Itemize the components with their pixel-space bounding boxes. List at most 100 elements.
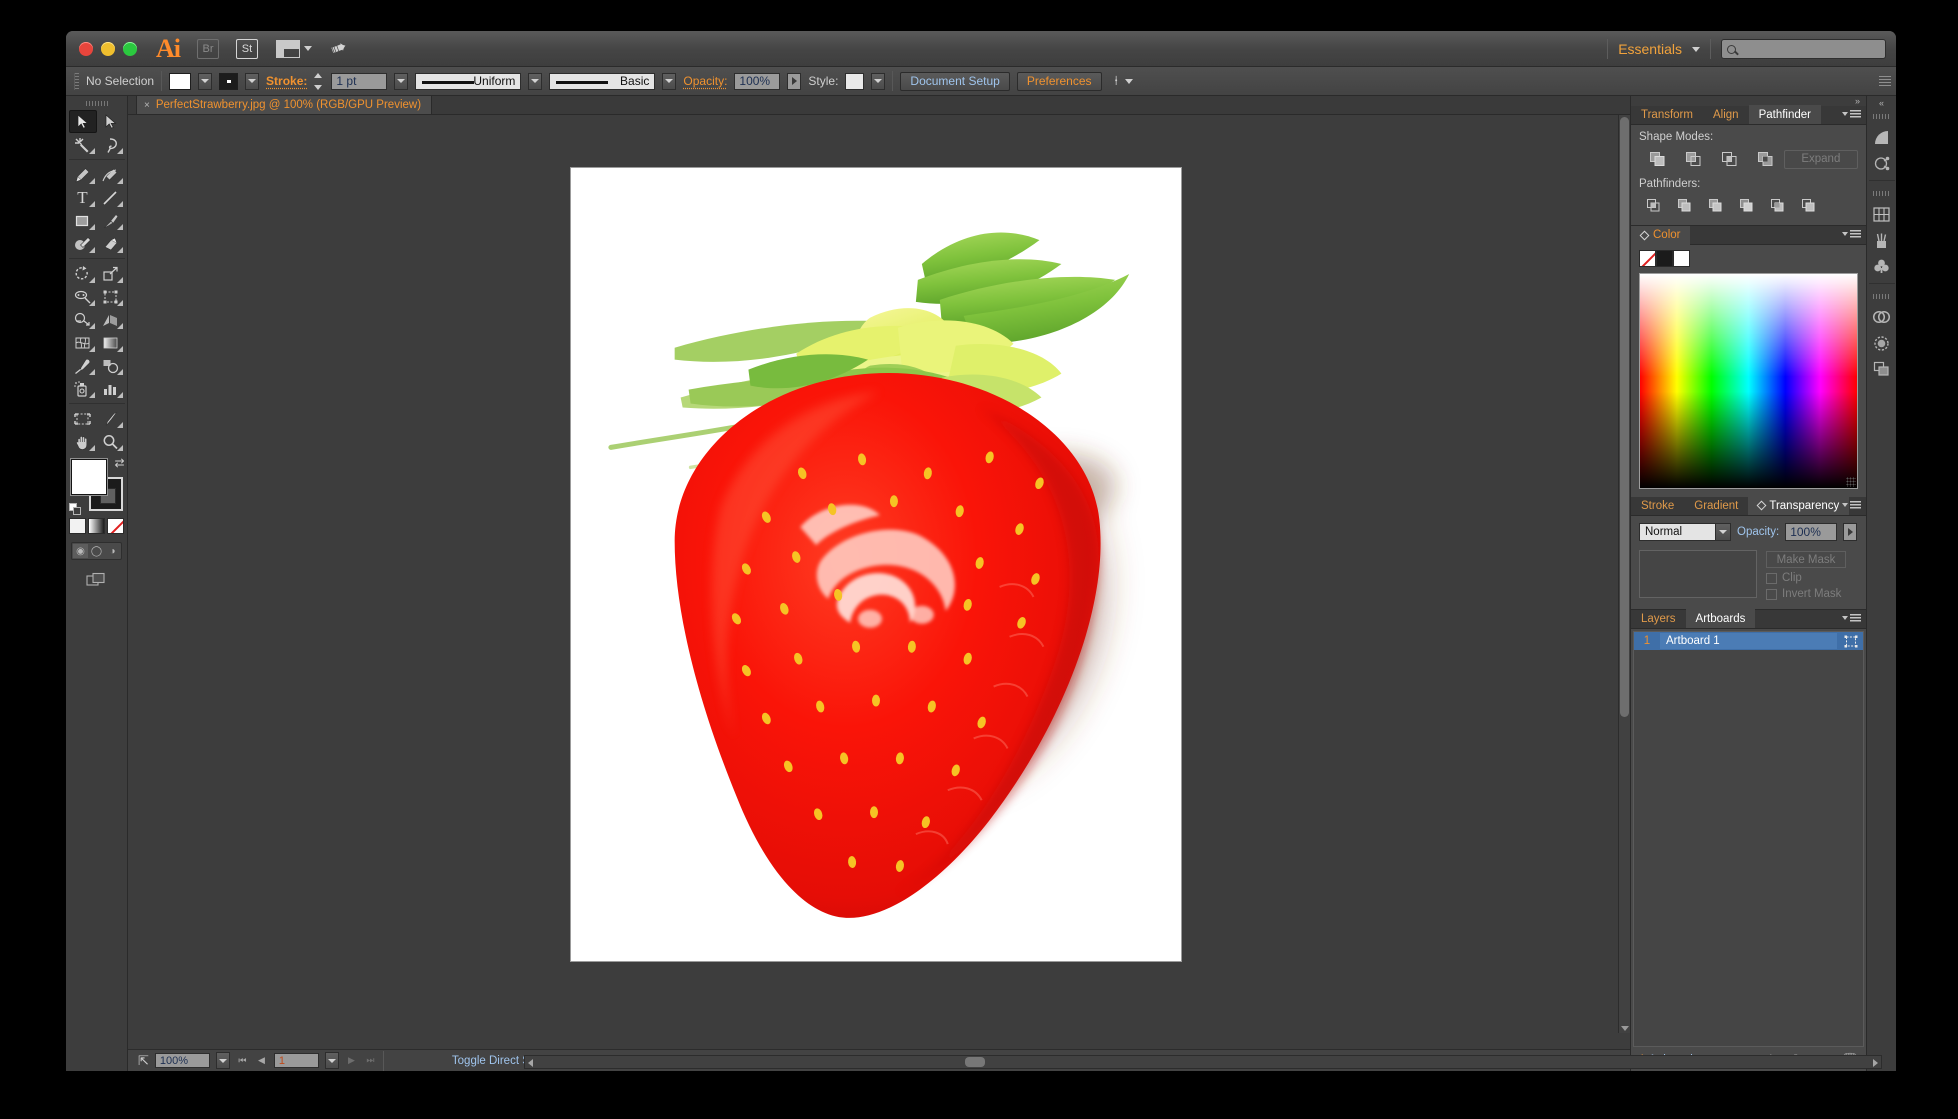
- gradient-mode-button[interactable]: [88, 518, 105, 534]
- next-artboard-button[interactable]: ▶: [345, 1053, 358, 1068]
- scroll-left-icon[interactable]: [528, 1059, 533, 1067]
- expand-button[interactable]: Expand: [1784, 150, 1858, 169]
- layers-dock-icon[interactable]: [1869, 356, 1895, 382]
- tools-panel-grip[interactable]: [86, 101, 108, 106]
- trim-icon[interactable]: [1670, 195, 1701, 217]
- zoom-level-dropdown[interactable]: [216, 1052, 230, 1069]
- dock-group-grip[interactable]: [1873, 114, 1890, 119]
- direct-selection-tool[interactable]: [97, 110, 125, 133]
- artboard-name[interactable]: Artboard 1: [1660, 633, 1837, 649]
- panel-menu-button[interactable]: [1842, 614, 1861, 622]
- eraser-tool[interactable]: [97, 232, 125, 255]
- resize-grip-icon[interactable]: [1846, 477, 1856, 487]
- tab-transform[interactable]: Transform: [1631, 105, 1703, 124]
- arrange-documents-button[interactable]: [276, 40, 312, 58]
- shape-builder-tool[interactable]: [69, 308, 97, 331]
- canvas[interactable]: [128, 115, 1630, 1049]
- clip-checkbox[interactable]: [1766, 573, 1777, 584]
- scrollbar-thumb[interactable]: [1620, 117, 1629, 717]
- crop-icon[interactable]: [1732, 195, 1763, 217]
- rotate-tool[interactable]: [69, 262, 97, 285]
- change-screen-mode-button[interactable]: [86, 572, 108, 593]
- invert-mask-checkbox-row[interactable]: Invert Mask: [1766, 588, 1846, 600]
- stroke-swatch[interactable]: [219, 73, 238, 90]
- stroke-weight-input[interactable]: 1 pt: [331, 73, 387, 90]
- control-bar-menu[interactable]: [1879, 67, 1891, 96]
- panel-menu-button[interactable]: [1842, 501, 1861, 509]
- artboards-list[interactable]: 1 Artboard 1: [1633, 631, 1864, 1047]
- selection-tool[interactable]: [69, 110, 97, 133]
- free-transform-tool[interactable]: [97, 285, 125, 308]
- export-selection-icon[interactable]: ⇱: [138, 1053, 149, 1069]
- mesh-tool[interactable]: [69, 331, 97, 354]
- chevron-down-icon[interactable]: [1125, 79, 1133, 84]
- dock-group-grip[interactable]: [1873, 294, 1890, 299]
- artboard-1[interactable]: [570, 167, 1182, 962]
- scroll-down-icon[interactable]: [1621, 1026, 1629, 1031]
- symbol-sprayer-tool[interactable]: [69, 377, 97, 400]
- graphic-style-dropdown[interactable]: [871, 73, 885, 90]
- stroke-swatch-dropdown[interactable]: [245, 73, 259, 90]
- swap-fill-stroke-icon[interactable]: ⇄: [114, 456, 124, 470]
- tab-pathfinder[interactable]: Pathfinder: [1749, 105, 1821, 124]
- artboard-tool[interactable]: [69, 407, 97, 430]
- prev-artboard-button[interactable]: ◀: [255, 1053, 268, 1068]
- blend-tool[interactable]: [97, 354, 125, 377]
- exclude-icon[interactable]: [1748, 148, 1784, 170]
- slice-tool[interactable]: [97, 407, 125, 430]
- type-tool[interactable]: T: [69, 186, 97, 209]
- fill-color-swatch[interactable]: [71, 459, 107, 495]
- perspective-grid-tool[interactable]: [97, 308, 125, 331]
- panel-menu-button[interactable]: [1842, 110, 1861, 118]
- transparency-opacity-input[interactable]: 100%: [1785, 523, 1837, 541]
- behance-rocket-icon[interactable]: ➠: [328, 35, 351, 62]
- brush-dropdown[interactable]: [662, 73, 676, 90]
- fill-swatch-dropdown[interactable]: [198, 73, 212, 90]
- window-controls[interactable]: [79, 42, 137, 56]
- brush-libraries-icon[interactable]: [1869, 124, 1895, 150]
- search-input[interactable]: [1721, 39, 1886, 59]
- gradient-tool[interactable]: [97, 331, 125, 354]
- line-segment-tool[interactable]: [97, 186, 125, 209]
- intersect-icon[interactable]: [1711, 148, 1747, 170]
- control-bar-grip[interactable]: [74, 73, 79, 90]
- canvas-horizontal-scrollbar[interactable]: [524, 1055, 1882, 1069]
- chevron-down-icon[interactable]: [1692, 47, 1700, 52]
- close-icon[interactable]: ×: [144, 100, 150, 111]
- draw-normal-icon[interactable]: ◉: [73, 544, 88, 558]
- draw-behind-icon[interactable]: ◯: [89, 544, 104, 558]
- lasso-tool[interactable]: [97, 133, 125, 156]
- stroke-weight-stepper[interactable]: [314, 73, 324, 90]
- workspace-switcher-label[interactable]: Essentials: [1618, 41, 1682, 57]
- stroke-profile-dropdown[interactable]: [528, 73, 542, 90]
- symbols-icon[interactable]: [1869, 150, 1895, 176]
- artboard-options-icon[interactable]: [1839, 635, 1863, 648]
- draw-inside-icon[interactable]: ◑: [105, 544, 120, 558]
- eyedropper-tool[interactable]: [69, 354, 97, 377]
- width-tool[interactable]: [69, 285, 97, 308]
- last-artboard-button[interactable]: ⏭: [364, 1053, 377, 1068]
- bridge-button[interactable]: Br: [197, 39, 219, 59]
- document-setup-button[interactable]: Document Setup: [900, 72, 1009, 91]
- artboard-list-item[interactable]: 1 Artboard 1: [1634, 632, 1863, 650]
- hand-tool[interactable]: [69, 430, 97, 453]
- artboard-number-input[interactable]: 1: [274, 1053, 319, 1068]
- tab-stroke[interactable]: Stroke: [1631, 496, 1684, 515]
- swatches-icon[interactable]: [1869, 201, 1895, 227]
- tab-align[interactable]: Align: [1703, 105, 1749, 124]
- curvature-tool[interactable]: [97, 163, 125, 186]
- stroke-profile-select[interactable]: Uniform: [415, 73, 521, 90]
- select-similar-icon[interactable]: ⍿: [1115, 73, 1118, 89]
- stock-button[interactable]: St: [236, 39, 258, 59]
- mask-thumbnail[interactable]: [1639, 550, 1757, 598]
- fill-swatch[interactable]: [169, 73, 191, 90]
- links-icon[interactable]: [1869, 304, 1895, 330]
- panel-menu-button[interactable]: [1842, 230, 1861, 238]
- chevron-down-icon[interactable]: [1715, 524, 1730, 540]
- none-color-swatch[interactable]: [1639, 250, 1656, 267]
- color-swatch-mode-button[interactable]: [69, 518, 86, 534]
- color-spectrum-ramp[interactable]: [1639, 273, 1858, 489]
- black-color-swatch[interactable]: [1656, 250, 1673, 267]
- white-color-swatch[interactable]: [1673, 250, 1690, 267]
- paintbrush-tool[interactable]: [97, 209, 125, 232]
